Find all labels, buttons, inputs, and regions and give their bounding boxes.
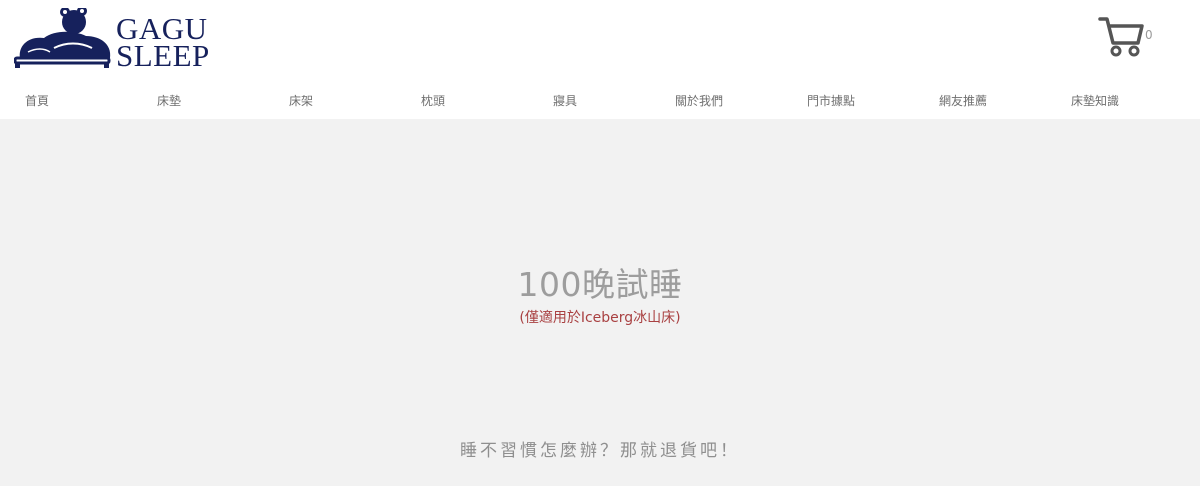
- cart-button[interactable]: 0: [1098, 15, 1158, 61]
- cart-count-badge: 0: [1145, 28, 1153, 42]
- nav-item-bed-frame[interactable]: 床架: [289, 92, 313, 109]
- nav-item-mattress-knowledge[interactable]: 床墊知識: [1071, 92, 1119, 109]
- site-header: GAGU SLEEP 0 首頁 床墊 床架 枕頭 寢具 關於我們 門市據點 網友…: [0, 0, 1200, 119]
- brand-logo[interactable]: GAGU SLEEP: [14, 8, 224, 72]
- nav-item-home[interactable]: 首頁: [25, 92, 49, 109]
- nav-item-pillow[interactable]: 枕頭: [421, 92, 445, 109]
- main-nav: 首頁 床墊 床架 枕頭 寢具 關於我們 門市據點 網友推薦 床墊知識: [0, 88, 1200, 112]
- hero-banner: 100晚試睡 (僅適用於Iceberg冰山床) 睡不習慣怎麼辦？那就退貨吧！: [0, 119, 1200, 486]
- nav-item-reviews[interactable]: 網友推薦: [939, 92, 987, 109]
- hero-title: 100晚試睡: [517, 265, 683, 304]
- nav-item-mattress[interactable]: 床墊: [157, 92, 181, 109]
- nav-item-bedding[interactable]: 寢具: [553, 92, 577, 109]
- brand-name-line2: SLEEP: [116, 38, 210, 73]
- hero-subtitle: (僅適用於Iceberg冰山床): [519, 310, 681, 326]
- nav-item-about-us[interactable]: 關於我們: [675, 92, 723, 109]
- brand-wordmark: GAGU SLEEP: [116, 13, 210, 73]
- nav-item-store-locations[interactable]: 門市據點: [807, 92, 855, 109]
- hero-tagline: 睡不習慣怎麼辦？那就退貨吧！: [460, 441, 740, 461]
- shopping-cart-icon: [1098, 17, 1144, 57]
- sleeping-bear-logo-icon: [14, 8, 111, 68]
